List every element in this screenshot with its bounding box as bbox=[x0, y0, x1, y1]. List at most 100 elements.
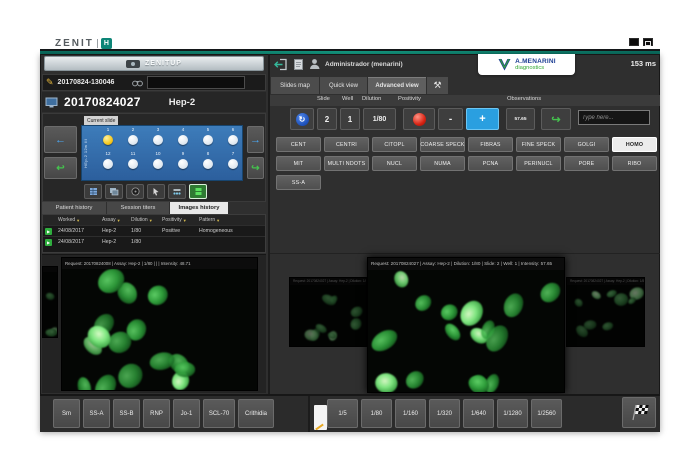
dilution-button-1-640[interactable]: 1/640 bbox=[463, 399, 494, 428]
carousel-left-caption: Request: 20170824027 | Assay: Hep-2 | Di… bbox=[290, 278, 366, 285]
slide-toolbar bbox=[84, 184, 207, 199]
disc-tool-button[interactable] bbox=[126, 184, 144, 199]
edit-icon[interactable]: ✎ bbox=[46, 78, 54, 87]
tab-settings[interactable]: ⚒ bbox=[427, 77, 448, 94]
worklist-icon[interactable] bbox=[293, 58, 304, 71]
finish-flag-button[interactable] bbox=[622, 397, 656, 428]
brand-name: A.MENARINI bbox=[515, 58, 556, 65]
history-image-sliver[interactable] bbox=[42, 266, 58, 338]
pattern-button-homo[interactable]: HOMO bbox=[612, 137, 657, 152]
dilution-button-1-80[interactable]: 1/80 bbox=[361, 399, 392, 428]
gallery-icon bbox=[109, 187, 119, 196]
tab-quick-view[interactable]: Quick view bbox=[320, 77, 367, 94]
session-search-input[interactable] bbox=[147, 76, 245, 89]
tab-slides-map[interactable]: Slides map bbox=[271, 77, 319, 94]
table-header-cell[interactable]: Worked▼ bbox=[56, 217, 100, 223]
table-header-cell[interactable]: Dilution▼ bbox=[129, 217, 160, 223]
column-slide: Slide bbox=[317, 96, 330, 102]
carousel-image-center[interactable]: Request: 20170824027 | Assay: Hep-2 | Di… bbox=[367, 257, 565, 393]
dilution-button-1-320[interactable]: 1/320 bbox=[429, 399, 460, 428]
capture-tool-button[interactable] bbox=[189, 184, 207, 199]
well-1[interactable] bbox=[103, 135, 113, 145]
pattern-button-coarse-speck[interactable]: COARSE SPECK bbox=[420, 137, 465, 152]
pattern-button-fine-speck[interactable]: FINE SPECK bbox=[516, 137, 561, 152]
pattern-button-ss-a[interactable]: SS-A bbox=[276, 175, 321, 190]
pattern-button-mit[interactable]: MIT bbox=[276, 156, 321, 171]
table-header-cell[interactable]: Assay▼ bbox=[100, 217, 129, 223]
filter-icon: ▼ bbox=[149, 218, 153, 223]
table-row[interactable]: ▶24/08/2017Hep-21/80PositiveHomogeneous bbox=[43, 225, 265, 236]
intensity-button[interactable]: 57.65 bbox=[506, 108, 535, 130]
well-5[interactable] bbox=[203, 135, 213, 145]
well-9[interactable] bbox=[178, 159, 188, 169]
dilution-button-1-2560[interactable]: 1/2560 bbox=[531, 399, 562, 428]
negative-button[interactable] bbox=[403, 108, 435, 130]
well-11[interactable] bbox=[128, 159, 138, 169]
zenitup-button[interactable]: ZENITUP bbox=[44, 56, 264, 71]
minimize-button[interactable] bbox=[629, 38, 639, 46]
well-8[interactable] bbox=[203, 159, 213, 169]
antigen-button-sm[interactable]: Sm bbox=[53, 399, 80, 428]
binoculars-icon[interactable] bbox=[132, 79, 143, 87]
carousel-image-right[interactable]: Request: 20170824027 | Assay: Hep-2 | Di… bbox=[566, 277, 645, 347]
pattern-button-centri[interactable]: CENTRI bbox=[324, 137, 369, 152]
pointer-tool-button[interactable] bbox=[147, 184, 165, 199]
pattern-button-pore[interactable]: PORE bbox=[564, 156, 609, 171]
previous-slide-button[interactable]: ← bbox=[44, 126, 77, 153]
table-cell: Homogeneous bbox=[197, 228, 243, 234]
antigen-button-ss-b[interactable]: SS-B bbox=[113, 399, 140, 428]
tab-session-titers[interactable]: Session titers bbox=[107, 202, 169, 214]
pattern-button-nucl[interactable]: NUCL bbox=[372, 156, 417, 171]
table-header-cell[interactable]: Pattern▼ bbox=[197, 217, 243, 223]
current-slide-tab[interactable]: Current slide bbox=[84, 116, 118, 125]
pattern-button-citopl[interactable]: CITOPL bbox=[372, 137, 417, 152]
pattern-button-golgi[interactable]: GOLGI bbox=[564, 137, 609, 152]
tab-patient-history[interactable]: Patient history bbox=[42, 202, 106, 214]
carousel-image-left[interactable]: Request: 20170824027 | Assay: Hep-2 | Di… bbox=[289, 277, 367, 347]
antigen-button-rnp[interactable]: RNP bbox=[143, 399, 170, 428]
pattern-button-perinucl[interactable]: PERINUCL bbox=[516, 156, 561, 171]
dilution-button-1-160[interactable]: 1/160 bbox=[395, 399, 426, 428]
next-slide-button[interactable]: → bbox=[247, 126, 264, 153]
report-tool-button[interactable] bbox=[84, 184, 102, 199]
antigen-button-crithidia[interactable]: Crithidia bbox=[238, 399, 274, 428]
well-10[interactable] bbox=[153, 159, 163, 169]
decrease-positivity-button[interactable]: - bbox=[438, 108, 463, 130]
confirm-button[interactable]: ↪ bbox=[541, 108, 571, 130]
well-7[interactable] bbox=[228, 159, 238, 169]
pattern-button-cent[interactable]: CENT bbox=[276, 137, 321, 152]
wells-tool-button[interactable] bbox=[168, 184, 186, 199]
filter-icon: ▼ bbox=[216, 218, 220, 223]
table-header-cell[interactable]: Positivity▼ bbox=[160, 217, 197, 223]
tab-images-history[interactable]: Images history bbox=[170, 202, 228, 214]
tab-advanced-view[interactable]: Advanced view bbox=[368, 77, 426, 94]
well-4[interactable] bbox=[178, 135, 188, 145]
antigen-button-ss-a[interactable]: SS-A bbox=[83, 399, 110, 428]
dilution-button-1-5[interactable]: 1/5 bbox=[327, 399, 358, 428]
sync-button[interactable]: ↻ bbox=[290, 108, 314, 130]
pattern-button-ribo[interactable]: RIBO bbox=[612, 156, 657, 171]
antigen-button-scl-70[interactable]: SCL-70 bbox=[203, 399, 235, 428]
gallery-tool-button[interactable] bbox=[105, 184, 123, 199]
redo-button[interactable]: ↪ bbox=[247, 157, 264, 179]
exit-icon[interactable] bbox=[274, 58, 288, 71]
maximize-button[interactable] bbox=[643, 38, 653, 46]
observations-input[interactable] bbox=[578, 110, 650, 125]
pattern-button-numa[interactable]: NUMA bbox=[420, 156, 465, 171]
well-6[interactable] bbox=[228, 135, 238, 145]
antigen-button-jo-1[interactable]: Jo-1 bbox=[173, 399, 200, 428]
pattern-button-multi-ndots[interactable]: MULTI NDOTS bbox=[324, 156, 369, 171]
image-marker-icon: ▶ bbox=[45, 228, 52, 235]
increase-positivity-button[interactable]: + bbox=[466, 108, 499, 130]
pattern-button-pcna[interactable]: PCNA bbox=[468, 156, 513, 171]
table-row[interactable]: ▶24/08/2017Hep-21/80 bbox=[43, 236, 265, 247]
history-image-main[interactable]: Request: 20170824008 | Assay: Hep-2 | 1/… bbox=[61, 257, 258, 391]
well-2[interactable] bbox=[128, 135, 138, 145]
notes-icon[interactable] bbox=[314, 405, 327, 430]
dilution-button-1-1280[interactable]: 1/1280 bbox=[497, 399, 528, 428]
column-label: Dilution bbox=[131, 217, 148, 223]
pattern-button-fibras[interactable]: FIBRAS bbox=[468, 137, 513, 152]
well-3[interactable] bbox=[153, 135, 163, 145]
undo-button[interactable]: ↩ bbox=[44, 157, 77, 179]
well-12[interactable] bbox=[103, 159, 113, 169]
